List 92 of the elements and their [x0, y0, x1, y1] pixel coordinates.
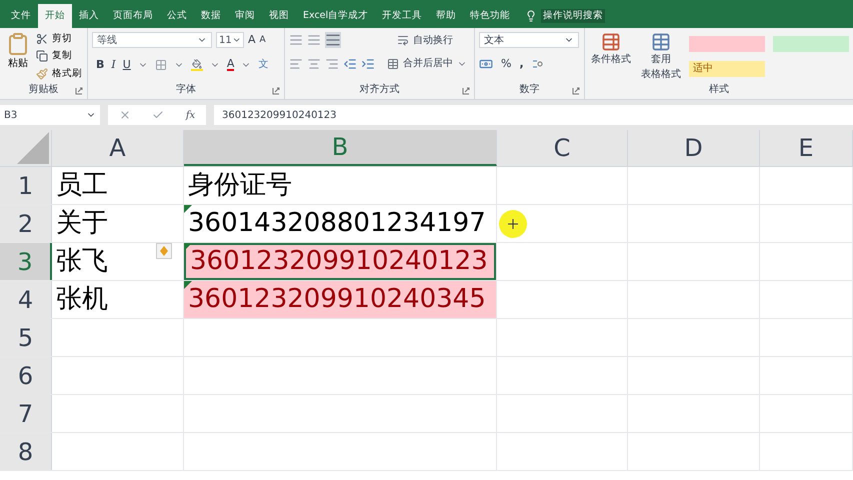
align-center-icon[interactable] [307, 56, 321, 70]
top-align-icon[interactable] [289, 33, 303, 47]
align-right-icon[interactable] [325, 56, 339, 70]
ribbon-tab[interactable]: 文件 [4, 4, 38, 28]
table-format-button[interactable]: 套用 表格格式 [637, 32, 685, 82]
table-cell[interactable]: 关于 [52, 205, 183, 242]
row-header[interactable]: 6 [0, 357, 52, 394]
cell-style-swatch[interactable]: 适中 [689, 61, 765, 77]
formula-field[interactable]: 360123209910240123 [214, 105, 853, 125]
row-header[interactable]: 7 [0, 395, 52, 432]
group-label: 对齐方式 [360, 82, 400, 97]
underline-button[interactable]: U [122, 56, 131, 73]
dialog-launcher-icon[interactable] [272, 87, 280, 95]
smart-tag-icon[interactable] [156, 243, 172, 259]
bottom-align-icon[interactable] [325, 32, 341, 48]
conditional-format-icon [601, 32, 621, 52]
table-cell[interactable]: 张机 [52, 281, 183, 318]
group-label: 样式 [709, 82, 729, 97]
ribbon-tab[interactable]: 开发工具 [375, 4, 430, 28]
fill-color-icon[interactable] [190, 58, 203, 71]
group-label: 字体 [176, 82, 196, 97]
dialog-launcher-icon[interactable] [572, 87, 580, 95]
dialog-launcher-icon[interactable] [75, 87, 83, 95]
cell-style-swatch[interactable] [773, 36, 849, 52]
ribbon-tab[interactable]: 视图 [262, 4, 296, 28]
tell-me-search[interactable]: 操作说明搜索 [541, 8, 606, 24]
table-icon [651, 32, 671, 52]
shrink-font-button[interactable]: A [260, 34, 266, 47]
font-color-button[interactable]: A [226, 58, 234, 72]
copy-icon [36, 50, 48, 62]
comma-button[interactable]: , [519, 56, 524, 72]
phonetic-button[interactable]: 文 [258, 57, 268, 72]
row-header[interactable]: 3 [0, 243, 52, 280]
bold-button[interactable]: B [96, 56, 104, 73]
conditional-format-button[interactable]: 条件格式 [589, 32, 633, 82]
percent-button[interactable]: % [501, 56, 512, 72]
middle-align-icon[interactable] [307, 33, 321, 47]
insert-function-button[interactable]: fx [186, 108, 196, 122]
ribbon-tab[interactable]: 审阅 [228, 4, 262, 28]
table-cell[interactable]: 员工 [52, 167, 183, 204]
enter-icon[interactable] [152, 109, 164, 121]
column-header[interactable]: B [184, 130, 497, 166]
ribbon-tab[interactable]: 插入 [72, 4, 106, 28]
cursor-highlight-icon [499, 210, 527, 238]
ribbon-tab[interactable]: 页面布局 [106, 4, 160, 28]
align-left-icon[interactable] [289, 56, 303, 70]
scissors-icon [36, 33, 48, 46]
table-cell[interactable]: 360143208801234197 [184, 205, 496, 242]
group-label: 剪贴板 [28, 82, 58, 97]
table-cell[interactable]: 360123209910240345 [184, 281, 496, 318]
ribbon-tab[interactable]: 帮助 [429, 4, 464, 28]
table-cell[interactable]: 360123209910240123 [184, 243, 496, 280]
font-size-field[interactable]: 11 [216, 32, 244, 48]
ribbon-tab[interactable]: 公式 [160, 4, 194, 28]
row-header[interactable]: 4 [0, 281, 52, 318]
table-cell[interactable]: 张飞 [52, 243, 183, 280]
table-cell[interactable]: 身份证号 [184, 167, 496, 204]
merge-center-button[interactable]: 合并后居中 [387, 56, 453, 71]
wrap-icon [397, 34, 409, 46]
number-format-field[interactable]: 文本 [479, 32, 579, 48]
column-header[interactable]: C [497, 130, 628, 166]
column-header[interactable]: E [760, 130, 853, 166]
copy-button[interactable]: 复制 [36, 49, 82, 64]
dialog-launcher-icon[interactable] [462, 87, 470, 95]
paste-button[interactable]: 粘贴 [4, 32, 32, 82]
row-header[interactable]: 8 [0, 433, 52, 470]
name-box[interactable]: B3 [0, 105, 100, 125]
cancel-icon[interactable] [118, 109, 131, 121]
paintbrush-icon [36, 68, 48, 80]
ribbon-tab[interactable]: 特色功能 [463, 4, 518, 28]
ribbon-tab[interactable]: 开始 [38, 4, 72, 28]
cut-button[interactable]: 剪切 [36, 32, 82, 46]
cell-style-swatch[interactable] [689, 36, 765, 52]
clipboard-icon [6, 32, 30, 56]
row-header[interactable]: 1 [0, 167, 52, 204]
decimal-icon[interactable] [532, 58, 544, 70]
decrease-indent-icon[interactable] [343, 56, 357, 70]
italic-button[interactable]: I [111, 56, 116, 73]
grow-font-button[interactable]: A [248, 32, 256, 48]
lightbulb-icon[interactable] [525, 10, 538, 22]
borders-icon[interactable] [154, 58, 167, 71]
row-header[interactable]: 5 [0, 319, 52, 356]
format-painter-button[interactable]: 格式刷 [36, 66, 82, 81]
group-label: 数字 [520, 82, 540, 97]
wrap-text-button[interactable]: 自动换行 [397, 32, 453, 48]
merge-icon [387, 58, 399, 70]
column-header[interactable]: D [628, 130, 760, 166]
ribbon-tab[interactable]: 数据 [194, 4, 228, 28]
increase-indent-icon[interactable] [361, 56, 375, 70]
ribbon-tab[interactable]: Excel自学成才 [296, 4, 376, 28]
font-name-field[interactable]: 等线 [92, 32, 212, 48]
row-header[interactable]: 2 [0, 205, 52, 242]
